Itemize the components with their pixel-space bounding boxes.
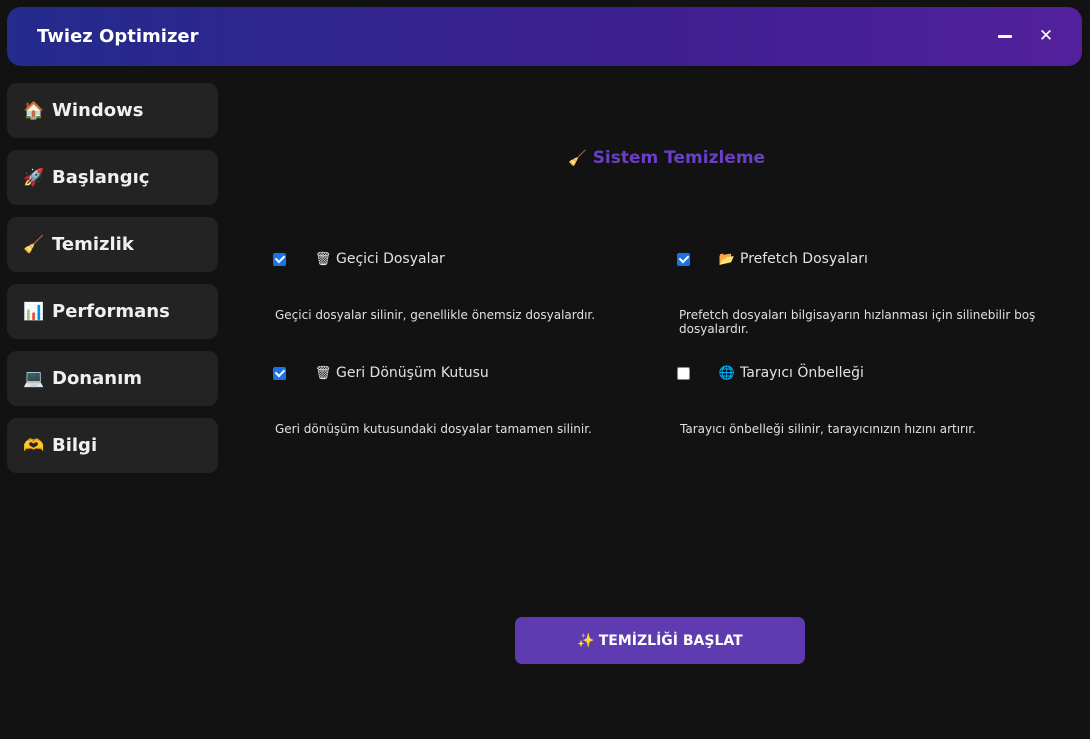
sparkles-icon: ✨	[577, 632, 595, 649]
option-description: Geçici dosyalar silinir, genellikle önem…	[275, 308, 596, 322]
laptop-icon: 💻	[23, 368, 45, 389]
trash-icon: 🗑	[314, 251, 332, 267]
option-description: Geri dönüşüm kutusundaki dosyalar tamame…	[275, 422, 592, 436]
house-icon: 🏠	[23, 100, 45, 121]
sidebar-item-bilgi[interactable]: 🫶 Bilgi	[7, 418, 218, 473]
start-cleanup-button[interactable]: ✨ TEMİZLİĞİ BAŞLAT	[515, 617, 805, 664]
option-label: Tarayıcı Önbelleği	[740, 365, 864, 381]
sidebar-item-performans[interactable]: 📊 Performans	[7, 284, 218, 339]
sidebar-item-label: Temizlik	[52, 234, 134, 255]
folder-icon: 📂	[718, 251, 736, 267]
sidebar: 🏠 Windows 🚀 Başlangıç 🧹 Temizlik 📊 Perfo…	[7, 83, 218, 485]
title-bar: Twiez Optimizer ✕	[7, 7, 1082, 66]
sidebar-item-label: Donanım	[52, 368, 143, 389]
option-description: Tarayıcı önbelleği silinir, tarayıcınızı…	[680, 422, 976, 436]
recycle-bin-checkbox[interactable]	[273, 366, 286, 380]
sidebar-item-baslangic[interactable]: 🚀 Başlangıç	[7, 150, 218, 205]
recycle-bin-icon: 🗑	[314, 365, 332, 381]
option-description: Prefetch dosyaları bilgisayarın hızlanma…	[679, 308, 1036, 336]
heart-hands-icon: 🫶	[23, 435, 45, 456]
sidebar-item-windows[interactable]: 🏠 Windows	[7, 83, 218, 138]
option-recycle-bin: 🗑 Geri Dönüşüm Kutusu	[273, 363, 489, 383]
sidebar-item-label: Performans	[52, 301, 170, 322]
section-title-text: Sistem Temizleme	[592, 148, 766, 168]
broom-icon: 🧹	[568, 149, 587, 167]
prefetch-files-checkbox[interactable]	[677, 252, 690, 266]
option-temp-files: 🗑 Geçici Dosyalar	[273, 249, 445, 269]
temp-files-checkbox[interactable]	[273, 252, 286, 266]
option-prefetch-files: 📂 Prefetch Dosyaları	[677, 249, 868, 269]
chart-icon: 📊	[23, 301, 45, 322]
app-title: Twiez Optimizer	[37, 26, 199, 47]
option-label: Geçici Dosyalar	[336, 251, 445, 267]
option-label: Prefetch Dosyaları	[740, 251, 868, 267]
section-title: 🧹 Sistem Temizleme	[568, 148, 765, 168]
minimize-button[interactable]	[990, 21, 1020, 51]
minimize-icon	[998, 34, 1012, 38]
sidebar-item-donanim[interactable]: 💻 Donanım	[7, 351, 218, 406]
option-label: Geri Dönüşüm Kutusu	[336, 365, 489, 381]
start-cleanup-label: TEMİZLİĞİ BAŞLAT	[598, 632, 743, 649]
sidebar-item-label: Bilgi	[52, 435, 98, 456]
rocket-icon: 🚀	[23, 167, 45, 188]
sidebar-item-label: Başlangıç	[52, 167, 150, 188]
sidebar-item-temizlik[interactable]: 🧹 Temizlik	[7, 217, 218, 272]
sidebar-item-label: Windows	[52, 100, 144, 121]
option-browser-cache: 🌐 Tarayıcı Önbelleği	[677, 363, 864, 383]
browser-cache-checkbox[interactable]	[677, 366, 690, 380]
close-button[interactable]: ✕	[1031, 21, 1061, 51]
close-icon: ✕	[1038, 26, 1054, 46]
broom-icon: 🧹	[23, 234, 45, 255]
globe-icon: 🌐	[718, 365, 736, 381]
